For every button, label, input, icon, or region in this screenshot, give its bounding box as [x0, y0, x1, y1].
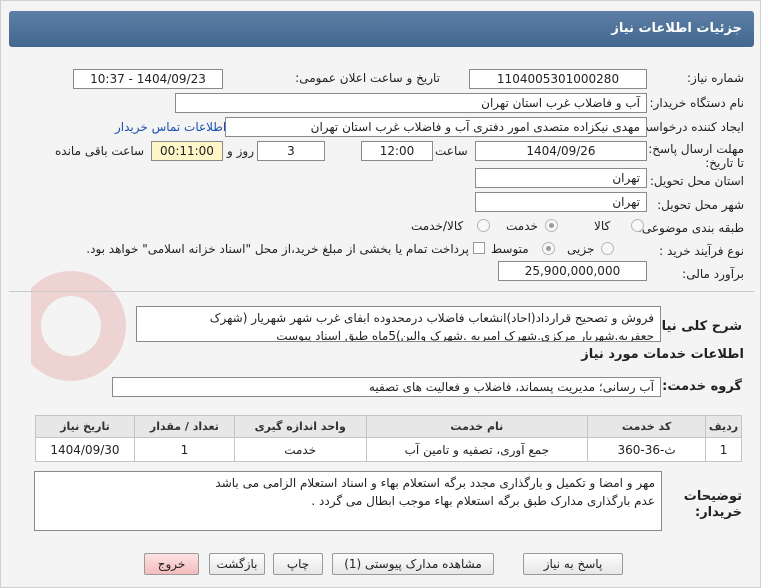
creator-label: ایجاد کننده درخواست: — [633, 120, 744, 134]
province-label: استان محل تحویل: — [649, 174, 744, 188]
col-quantity: تعداد / مقدار — [133, 415, 235, 438]
deadline-label: مهلت ارسال پاسخ: تا تاریخ: — [648, 142, 744, 170]
page-title: جزئیات اطلاعات نیاز — [9, 11, 754, 47]
service-group-label: گروه خدمت: — [662, 379, 742, 394]
city-field: تهران — [475, 192, 647, 212]
col-unit: واحد اندازه گیری — [233, 415, 367, 438]
treasury-payment-checkbox[interactable] — [473, 242, 485, 254]
services-section-title: اطلاعات خدمات مورد نیاز — [581, 347, 744, 362]
summary-label: شرح کلی نیاز: — [648, 319, 742, 334]
cell-quantity: 1 — [133, 437, 235, 462]
buyer-notes-line-2: عدم بارگذاری مدارک طبق برگه استعلام بهاء… — [311, 494, 655, 508]
attachments-button[interactable]: مشاهده مدارک پیوستی (1) — [332, 553, 494, 575]
buyer-notes-textarea[interactable]: مهر و امضا و تکمیل و بارگذاری مجدد برگه … — [34, 471, 662, 531]
col-service-code: کد خدمت — [587, 415, 707, 438]
table-header-row: ردیف کد خدمت نام خدمت واحد اندازه گیری ت… — [35, 415, 742, 438]
time-label: ساعت — [435, 144, 468, 158]
buyer-notes-line-1: مهر و امضا و تکمیل و بارگذاری مجدد برگه … — [215, 476, 655, 490]
category-label: طبقه بندی موضوعی: — [637, 221, 744, 235]
category-radio-goods-service[interactable] — [477, 219, 490, 232]
category-radio-goods[interactable] — [631, 219, 644, 232]
cell-service-code: ث-36-360 — [587, 437, 707, 462]
process-option-medium: متوسط — [491, 242, 529, 256]
section-divider — [9, 291, 754, 292]
print-button[interactable]: چاپ — [273, 553, 323, 575]
category-option-service: خدمت — [506, 219, 538, 233]
col-need-date: تاریخ نیاز — [35, 415, 135, 438]
days-field: 3 — [257, 141, 325, 161]
col-row-number: ردیف — [705, 415, 742, 438]
need-number-label: شماره نیاز: — [687, 71, 744, 85]
need-number-field: 1104005301000280 — [469, 69, 647, 89]
announce-field: 1404/09/23 - 10:37 — [73, 69, 223, 89]
category-radio-service[interactable] — [545, 219, 558, 232]
cell-need-date: 1404/09/30 — [35, 437, 135, 462]
cell-unit: خدمت — [233, 437, 367, 462]
page: جزئیات اطلاعات نیاز شماره نیاز: 11040053… — [0, 0, 761, 588]
buyer-org-field: آب و فاضلاب غرب استان تهران — [175, 93, 647, 113]
exit-button[interactable]: خروج — [144, 553, 199, 575]
process-radio-medium[interactable] — [542, 242, 555, 255]
days-label: روز و — [227, 144, 254, 158]
estimate-label: برآورد مالی: — [682, 267, 744, 281]
deadline-date-field: 1404/09/26 — [475, 141, 647, 161]
remaining-label: ساعت باقی مانده — [55, 144, 145, 158]
table-row[interactable]: 1 ث-36-360 جمع آوری، تصفیه و تامین آب خد… — [35, 437, 742, 462]
contact-buyer-link[interactable]: اطلاعات تماس خریدار — [115, 120, 226, 134]
payment-note: پرداخت تمام یا بخشی از مبلغ خرید،از محل … — [86, 242, 469, 256]
estimate-field: 25,900,000,000 — [498, 261, 647, 281]
province-field: تهران — [475, 168, 647, 188]
col-service-name: نام خدمت — [365, 415, 589, 438]
announce-label: تاریخ و ساعت اعلان عمومی: — [295, 71, 440, 85]
summary-textarea[interactable]: فروش و تصحیح قرارداد(احاد)انشعاب فاضلاب … — [136, 306, 661, 342]
back-button[interactable]: بازگشت — [209, 553, 265, 575]
service-group-field: آب رسانی؛ مدیریت پسماند، فاضلاب و فعالیت… — [112, 377, 661, 397]
cell-row-number: 1 — [705, 437, 742, 462]
process-option-minor: جزیی — [567, 242, 595, 256]
creator-field: مهدی نیکزاده متصدی امور دفتری آب و فاضلا… — [225, 117, 647, 137]
respond-button[interactable]: پاسخ به نیاز — [523, 553, 623, 575]
process-radio-minor[interactable] — [601, 242, 614, 255]
category-option-goods: کالا — [594, 219, 611, 233]
buyer-org-label: نام دستگاه خریدار: — [649, 96, 745, 110]
services-table: ردیف کد خدمت نام خدمت واحد اندازه گیری ت… — [35, 415, 742, 462]
deadline-time-field: 12:00 — [361, 141, 433, 161]
city-label: شهر محل تحویل: — [657, 198, 744, 212]
process-label: نوع فرآیند خرید : — [659, 244, 744, 258]
cell-service-name: جمع آوری، تصفیه و تامین آب — [365, 437, 589, 462]
buyer-notes-label: توضیحات خریدار: — [683, 489, 742, 520]
remaining-time-field: 00:11:00 — [151, 141, 223, 161]
category-option-goods-service: کالا/خدمت — [411, 219, 464, 233]
